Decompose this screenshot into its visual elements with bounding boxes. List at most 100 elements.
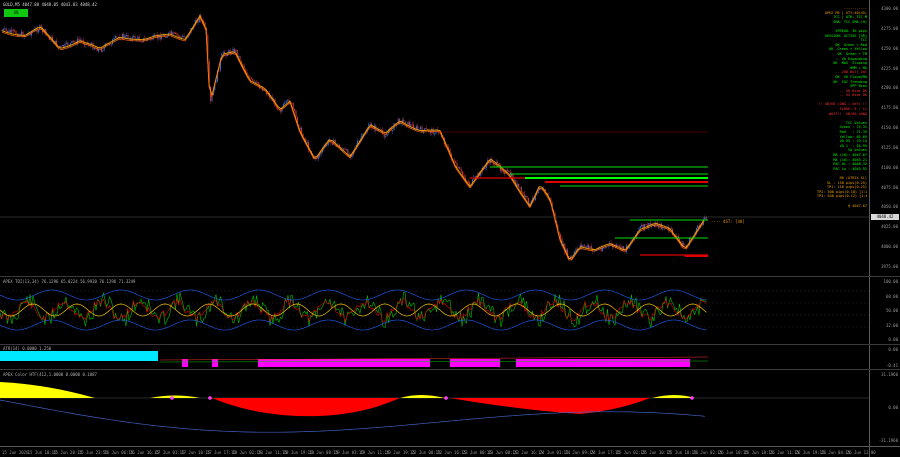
panel-line: SESSION: ACTIVE [3R] <box>824 33 867 38</box>
time-tick-label: 15 Jun 20:15 <box>53 450 83 455</box>
axis-tick-label: 4150.00 <box>881 125 898 131</box>
osc-positive-area <box>400 395 445 398</box>
time-tick-label: 15 Jun 10:15 <box>27 450 57 455</box>
axis-tick-label: 4075.00 <box>881 184 898 190</box>
time-tick-label: 18 Jun 08:15 <box>309 450 339 455</box>
osc-positive-area <box>150 395 200 398</box>
color-htf-pane[interactable]: APEX Color HTF(412,1.0000 0.0000 0.1887 <box>0 370 870 446</box>
histogram-bar-magenta <box>258 359 430 367</box>
time-tick-label: 16 Jun 06:15 <box>104 450 134 455</box>
time-tick-label: 15 Jun 2026 <box>2 450 29 455</box>
osc-positive-area <box>652 395 695 398</box>
color-htf-axis[interactable]: 31.1960 0.00 -31.1960 <box>869 370 900 446</box>
time-tick-label: 23 Jun 16:15 <box>514 450 543 455</box>
axis-tick-label: 4050.00 <box>881 204 898 210</box>
axis-tick-label: 50.00 <box>885 308 898 313</box>
axis-tick-label: 4025.00 <box>881 224 898 230</box>
tdi-indicator-pane[interactable]: APEX TDI(13,34) 76.1296 65.0224 56.9930 … <box>0 277 870 344</box>
axis-tick-label: 4100.00 <box>881 164 898 170</box>
price-chart-canvas[interactable] <box>0 0 870 276</box>
time-tick-label: 22 Jun 16:15 <box>437 450 467 455</box>
time-tick-label: 17 Jun 10:15 <box>181 450 211 455</box>
axis-tick-label: -31.1960 <box>878 438 898 443</box>
histogram-pane[interactable]: ATR(14) 0.0000 1.250 <box>0 345 870 369</box>
osc-cross-marker <box>170 396 174 400</box>
axis-tick-label: 4125.00 <box>881 144 898 150</box>
time-axis[interactable]: 15 Jun 2026 15 Jun 10:15 15 Jun 20:15 15 Ju… <box>0 446 876 457</box>
axis-tick-label: 0.00 <box>888 337 898 342</box>
ma-fast-line <box>1 14 705 260</box>
axis-tick-label: 0.00 <box>888 347 898 352</box>
time-tick-label: 25 Jun 02:15 <box>616 450 646 455</box>
status-badge[interactable]: ON <box>4 9 28 17</box>
histogram-canvas <box>0 351 709 367</box>
time-tick-label: 15 Jun 23:55 <box>78 450 108 455</box>
panel-line: TP3: 640 pips(0.12) [1:4R] <box>817 194 867 199</box>
price-axis[interactable]: 4048.42 4300.00 4275.00 4250.00 4225.00 4200… <box>869 0 900 276</box>
time-tick-label: 17 Jun 17:15 <box>206 450 236 455</box>
symbol-info: GOLD,M5 4047.88 4048.05 4043.83 4048.42 <box>3 2 97 7</box>
time-tick-label: 16 Jun 16:15 <box>130 450 159 455</box>
price-chart-pane[interactable]: GOLD,M5 4047.88 4048.05 4043.83 4048.42 … <box>0 0 870 276</box>
osc-positive-area <box>0 382 95 398</box>
axis-tick-label: 100.00 <box>883 279 898 284</box>
time-tick-label: 18 Jun 11:15 <box>258 450 287 455</box>
time-tick-label: 18 Jun 19:15 <box>283 450 313 455</box>
osc-cross-marker <box>208 396 212 400</box>
osc-negative-area <box>212 398 400 417</box>
axis-tick-label: 68.00 <box>885 293 898 299</box>
color-htf-canvas <box>0 382 870 433</box>
time-tick-label: 25 Jun 10:15 <box>642 450 671 455</box>
time-tick-label: 19 Jun 11:15 <box>360 450 390 455</box>
axis-tick-label: -0.41 <box>885 363 898 368</box>
target-label: ---- 4ST: [40] <box>711 219 745 224</box>
time-tick-label: 26 Jun 10:15 <box>718 450 748 455</box>
osc-cross-marker <box>690 396 694 400</box>
osc-cross-marker <box>444 396 448 400</box>
time-tick-label: 23 Jun 00:15 <box>462 450 492 455</box>
histogram-bar-cyan <box>0 351 158 361</box>
axis-tick-label: 4200.00 <box>881 85 898 91</box>
axis-tick-label: 4175.00 <box>881 105 898 111</box>
axis-tick-label: 31.1960 <box>881 372 898 377</box>
histogram-bar-magenta <box>212 359 218 367</box>
axis-tick-label: 4225.00 <box>881 65 898 71</box>
axis-tick-label: 3975.00 <box>881 264 898 269</box>
histogram-bar-magenta <box>182 359 188 367</box>
time-tick-label: 24 Jun 01:15 <box>539 450 569 455</box>
axis-tick-label: 4275.00 <box>881 25 898 31</box>
candles <box>1 13 707 262</box>
color-htf-title: APEX Color HTF(412,1.0000 0.0000 0.1887 <box>3 372 97 377</box>
histogram-bar-magenta <box>516 359 690 367</box>
time-tick-label: 26 Jun 11:15 <box>770 450 799 455</box>
histogram-title: ATR(14) 0.0000 1.250 <box>3 346 52 351</box>
axis-tick-label: 32.00 <box>885 322 898 328</box>
ma-slow-line <box>1 16 705 261</box>
tdi-title: APEX TDI(13,34) 76.1296 65.0224 56.9930 … <box>3 279 136 284</box>
axis-tick-label: 0.00 <box>888 405 898 410</box>
axis-tick-label: 4300.00 <box>881 6 898 11</box>
axis-tick-label: 4250.00 <box>881 45 898 51</box>
time-tick-label: 25 Jun 18:15 <box>667 450 697 455</box>
time-tick-label: 18 Jun 02:15 <box>232 450 262 455</box>
time-tick-label: 17 Jun 01:15 <box>155 450 185 455</box>
time-tick-label: 19 Jun 19:15 <box>386 450 415 455</box>
axis-corner <box>869 446 900 457</box>
tdi-canvas <box>0 289 870 331</box>
time-tick-label: 22 Jun 08:15 <box>411 450 441 455</box>
time-tick-label: 26 Jun 04:15 <box>821 450 851 455</box>
histogram-axis[interactable]: 0.00 -0.41 <box>869 345 900 369</box>
time-tick-label: 26 Jun 02:15 <box>693 450 723 455</box>
histogram-bar-magenta <box>450 359 500 367</box>
current-price-tag: 4048.42 <box>871 214 899 220</box>
tdi-axis[interactable]: 100.00 68.00 50.00 32.00 0.00 <box>869 277 900 344</box>
time-tick-label: 24 Jun 09:15 <box>565 450 595 455</box>
time-tick-label: 19 Jun 03:15 <box>334 450 364 455</box>
time-tick-label: 26 Jun 19:15 <box>795 450 825 455</box>
time-tick-label: 23 Jun 08:15 <box>488 450 518 455</box>
time-tick-label: 26 Jun 18:15 <box>744 450 774 455</box>
panel-line: @ 4047.67 <box>848 203 867 208</box>
strategy-info-panel: ----------- APEX M5 | XTY:40(45) TCC | ATR… <box>817 6 867 212</box>
axis-tick-label: 4000.00 <box>881 244 898 250</box>
time-tick-label: 24 Jun 17:15 <box>590 450 620 455</box>
